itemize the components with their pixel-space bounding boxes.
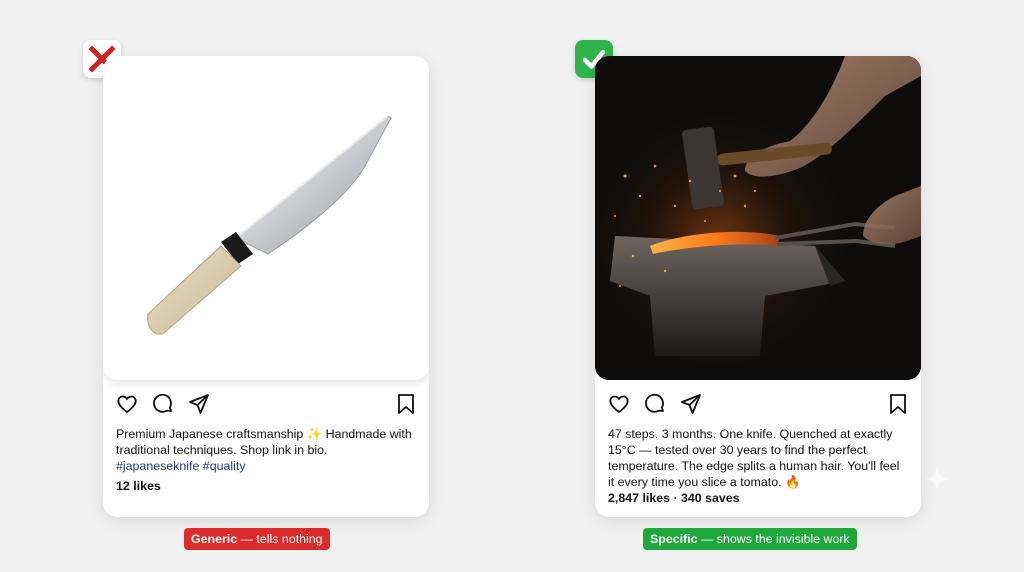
generic-label: Generic — tells nothing <box>184 528 330 550</box>
label-bold: Specific <box>650 532 698 546</box>
blacksmith-forging-photo <box>595 56 921 380</box>
heart-icon[interactable] <box>607 392 631 416</box>
comment-icon[interactable] <box>151 392 175 416</box>
caption-text: 47 steps. 3 months. One knife. Quenched … <box>608 427 900 489</box>
share-icon[interactable] <box>187 392 211 416</box>
post-caption: Premium Japanese craftsmanship ✨ Handmad… <box>116 426 416 474</box>
bookmark-icon[interactable] <box>886 392 910 416</box>
post-actions <box>607 392 909 416</box>
likes-saves-count[interactable]: 2,847 likes · 340 saves <box>608 491 740 505</box>
sparkle-icon <box>925 467 949 491</box>
post-actions <box>115 392 417 416</box>
post-caption: 47 steps. 3 months. One knife. Quenched … <box>608 426 908 490</box>
specific-post-card: 47 steps. 3 months. One knife. Quenched … <box>595 56 921 517</box>
share-icon[interactable] <box>679 392 703 416</box>
generic-post-card: Premium Japanese craftsmanship ✨ Handmad… <box>103 56 429 517</box>
label-bold: Generic <box>191 532 238 546</box>
knife-product-photo <box>103 56 429 380</box>
label-rest: — tells nothing <box>237 532 323 546</box>
specific-label: Specific — shows the invisible work <box>643 528 857 550</box>
likes-count[interactable]: 12 likes <box>116 479 161 493</box>
label-rest: — shows the invisible work <box>697 532 850 546</box>
hashtags[interactable]: #japaneseknife #quality <box>116 459 246 473</box>
caption-text: Premium Japanese craftsmanship ✨ Handmad… <box>116 427 412 457</box>
heart-icon[interactable] <box>115 392 139 416</box>
comment-icon[interactable] <box>643 392 667 416</box>
bookmark-icon[interactable] <box>394 392 418 416</box>
